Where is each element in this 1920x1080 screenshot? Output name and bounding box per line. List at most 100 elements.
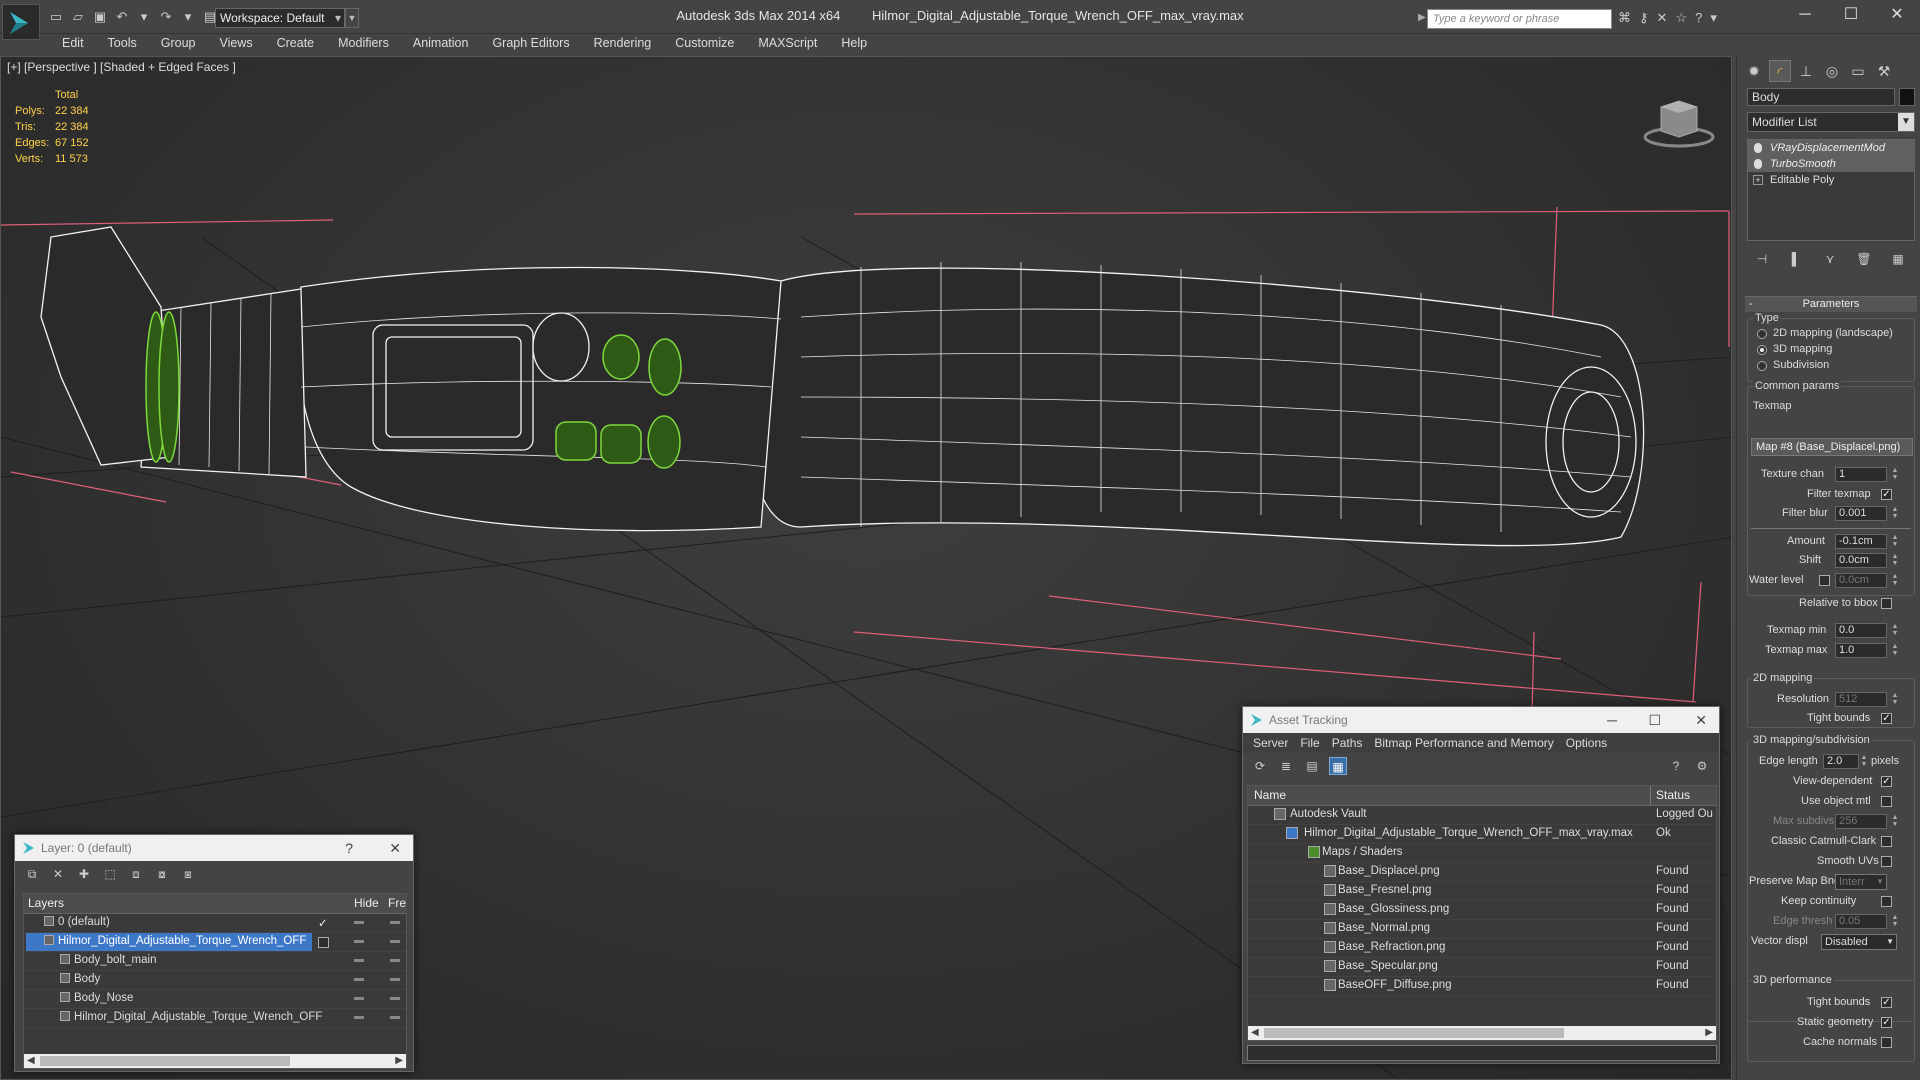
close-icon[interactable]: ✕	[389, 835, 401, 861]
cache-normals-checkbox[interactable]	[1881, 1037, 1892, 1048]
col-freeze-header[interactable]: Freeze	[388, 896, 406, 910]
display-tab-icon[interactable]: ▭	[1847, 60, 1869, 82]
use-object-mtl-checkbox[interactable]	[1881, 796, 1892, 807]
maximize-icon[interactable]: ☐	[1648, 707, 1661, 733]
create-layer-icon[interactable]: ⧉	[23, 865, 41, 883]
table-row[interactable]: Base_Refraction.png Found	[1248, 939, 1716, 958]
close-icon[interactable]: ✕	[1874, 0, 1920, 30]
layer-window-titlebar[interactable]: Layer: 0 (default) ? ✕	[15, 835, 413, 861]
stack-item-turbosmooth[interactable]: TurboSmooth	[1748, 156, 1914, 172]
menu-help[interactable]: Help	[829, 34, 879, 54]
freeze-toggle[interactable]: ▬	[390, 992, 401, 1003]
shift-spinner[interactable]: 0.0cm	[1835, 553, 1887, 568]
menu-create[interactable]: Create	[265, 34, 327, 54]
binoculars-icon[interactable]: ⌘	[1618, 10, 1631, 26]
help-icon[interactable]: ?	[1667, 757, 1685, 775]
pin-stack-icon[interactable]: ⊣	[1753, 250, 1771, 268]
hide-toggle[interactable]: ▬	[354, 916, 365, 927]
menu-animation[interactable]: Animation	[401, 34, 481, 54]
tight-bounds-2-checkbox[interactable]: ✓	[1881, 997, 1892, 1008]
scrollbar-thumb[interactable]	[1264, 1028, 1564, 1038]
menu-bitmap-performance[interactable]: Bitmap Performance and Memory	[1368, 733, 1559, 753]
modifier-list-dropdown[interactable]: Modifier List ▼	[1747, 112, 1915, 132]
settings-icon[interactable]: ⚙	[1693, 757, 1711, 775]
spinner-arrows-icon[interactable]: ▲ ▼	[1891, 467, 1899, 482]
expand-icon[interactable]: +	[1753, 175, 1763, 185]
open-file-icon[interactable]: ▱	[70, 9, 86, 25]
table-row[interactable]: Maps / Shaders	[1248, 844, 1716, 863]
spinner-arrows-icon[interactable]: ▲ ▼	[1891, 914, 1899, 929]
save-file-icon[interactable]: ▣	[92, 9, 108, 25]
table-row[interactable]: Autodesk Vault Logged Ou	[1248, 806, 1716, 825]
menu-rendering[interactable]: Rendering	[582, 34, 664, 54]
freeze-toggle[interactable]: ▬	[390, 916, 401, 927]
hide-toggle[interactable]: ▬	[354, 935, 365, 946]
select-objects-icon[interactable]: ⬚	[101, 865, 119, 883]
remove-modifier-icon[interactable]: 🗑	[1855, 250, 1873, 268]
layer-row[interactable]: 0 (default) ✓ ▬ ▬	[24, 914, 406, 933]
layer-row[interactable]: Hilmor_Digital_Adjustable_Torque_Wrench_…	[24, 933, 406, 952]
spinner-arrows-icon[interactable]: ▲ ▼	[1891, 573, 1899, 588]
create-tab-icon[interactable]: ✹	[1743, 60, 1765, 82]
classic-catmull-checkbox[interactable]	[1881, 836, 1892, 847]
search-expand-icon[interactable]: ▶	[1418, 12, 1426, 23]
spinner-arrows-icon[interactable]: ▲ ▼	[1891, 553, 1899, 568]
highlight-layer-icon[interactable]: ⧈	[127, 865, 145, 883]
col-status-header[interactable]: Status	[1656, 788, 1690, 802]
spinner-arrows-icon[interactable]: ▲ ▼	[1891, 814, 1899, 829]
menu-tools[interactable]: Tools	[96, 34, 149, 54]
lightbulb-icon[interactable]	[1754, 159, 1762, 169]
col-name-header[interactable]: Name	[1254, 788, 1286, 802]
freeze-toggle[interactable]: ▬	[390, 935, 401, 946]
asset-tracking-titlebar[interactable]: Asset Tracking ─ ☐ ✕	[1243, 707, 1719, 733]
thumbnail-view-icon[interactable]: ▤	[1303, 757, 1321, 775]
hide-toggle[interactable]: ▬	[354, 954, 365, 965]
relative-bbox-checkbox[interactable]	[1881, 598, 1892, 609]
edge-length-spinner[interactable]: 2.0	[1823, 754, 1859, 769]
menu-graph-editors[interactable]: Graph Editors	[480, 34, 581, 54]
show-end-result-icon[interactable]: ▌	[1787, 250, 1805, 268]
help-icon[interactable]: ?	[1695, 10, 1702, 26]
layer-checkbox[interactable]	[318, 937, 329, 948]
add-to-layer-icon[interactable]: ✚	[75, 865, 93, 883]
table-row[interactable]: BaseOFF_Diffuse.png Found	[1248, 977, 1716, 996]
delete-layer-icon[interactable]: ✕	[49, 865, 67, 883]
help-icon[interactable]: ?	[345, 835, 353, 861]
stack-item-editable-poly[interactable]: + Editable Poly	[1748, 172, 1914, 188]
spinner-arrows-icon[interactable]: ▲ ▼	[1891, 643, 1899, 658]
edge-thresh-spinner[interactable]: 0.05	[1835, 914, 1887, 929]
filter-texmap-checkbox[interactable]: ✓	[1881, 489, 1892, 500]
layers-scrollbar[interactable]: ◀ ▶	[24, 1054, 406, 1068]
resolution-spinner[interactable]: 512	[1835, 692, 1887, 707]
spinner-arrows-icon[interactable]: ▲ ▼	[1891, 506, 1899, 521]
texture-chan-spinner[interactable]: 1	[1835, 467, 1887, 482]
active-layer-check-icon[interactable]: ✓	[318, 916, 328, 930]
minimize-icon[interactable]: ─	[1607, 707, 1617, 733]
radio-3d-mapping[interactable]	[1757, 345, 1767, 355]
table-view-icon[interactable]: ▦	[1329, 757, 1347, 775]
amount-spinner[interactable]: -0.1cm	[1835, 534, 1887, 549]
water-level-spinner[interactable]: 0.0cm	[1835, 573, 1887, 588]
menu-edit[interactable]: Edit	[50, 34, 96, 54]
refresh-icon[interactable]: ⟳	[1251, 757, 1269, 775]
scroll-left-icon[interactable]: ◀	[1251, 1026, 1259, 1040]
viewcube-icon[interactable]	[1641, 93, 1717, 149]
menu-maxscript[interactable]: MAXScript	[746, 34, 829, 54]
radio-2d-mapping[interactable]	[1757, 329, 1767, 339]
menu-views[interactable]: Views	[207, 34, 264, 54]
scroll-right-icon[interactable]: ▶	[395, 1054, 403, 1068]
close-icon[interactable]: ✕	[1695, 707, 1707, 733]
freeze-all-icon[interactable]: ⧆	[179, 865, 197, 883]
layer-row[interactable]: Hilmor_Digital_Adjustable_Torque_Wrench_…	[24, 1009, 406, 1028]
filter-blur-spinner[interactable]: 0.001	[1835, 506, 1887, 521]
table-row[interactable]: Base_Glossiness.png Found	[1248, 901, 1716, 920]
hierarchy-tab-icon[interactable]: ⊥	[1795, 60, 1817, 82]
star-icon[interactable]: ☆	[1675, 10, 1687, 26]
hide-toggle[interactable]: ▬	[354, 992, 365, 1003]
texmap-max-spinner[interactable]: 1.0	[1835, 643, 1887, 658]
scroll-left-icon[interactable]: ◀	[27, 1054, 35, 1068]
hide-toggle[interactable]: ▬	[354, 1011, 365, 1022]
utilities-tab-icon[interactable]: ⚒	[1873, 60, 1895, 82]
tight-bounds-checkbox[interactable]: ✓	[1881, 713, 1892, 724]
freeze-toggle[interactable]: ▬	[390, 973, 401, 984]
